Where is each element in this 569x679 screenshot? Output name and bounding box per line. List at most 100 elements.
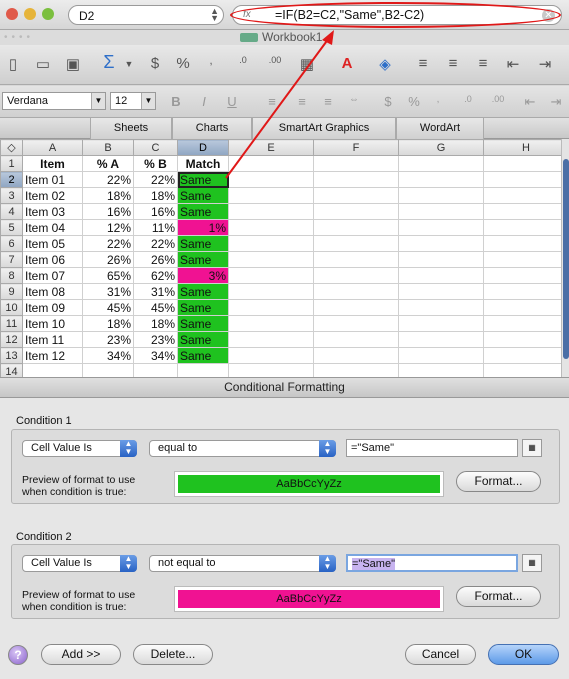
popup-arrows-icon[interactable]: ▲ ▼ xyxy=(319,440,336,457)
empty-cell[interactable] xyxy=(228,219,314,236)
empty-cell[interactable] xyxy=(228,315,314,332)
condition-1-format-button[interactable]: Format... xyxy=(456,471,541,492)
empty-cell[interactable] xyxy=(228,171,314,188)
close-window-icon[interactable] xyxy=(6,8,18,20)
cell-a[interactable]: Item xyxy=(22,155,83,172)
empty-cell[interactable] xyxy=(313,363,399,377)
vertical-scrollbar[interactable] xyxy=(561,139,569,377)
cell-b[interactable]: 18% xyxy=(82,315,134,332)
empty-cell[interactable] xyxy=(228,187,314,204)
cell-a[interactable] xyxy=(22,363,83,377)
condition-2-format-button[interactable]: Format... xyxy=(456,586,541,607)
empty-cell[interactable] xyxy=(228,251,314,268)
empty-cell[interactable] xyxy=(483,187,569,204)
help-button[interactable]: ? xyxy=(8,645,28,665)
cell-d[interactable] xyxy=(177,363,229,377)
add-condition-button[interactable]: Add >> xyxy=(41,644,121,665)
empty-cell[interactable] xyxy=(398,315,484,332)
save-icon[interactable]: ▣ xyxy=(62,55,84,73)
percent-icon[interactable]: % xyxy=(172,55,194,72)
select-all-corner[interactable]: ◇ xyxy=(0,139,23,156)
empty-cell[interactable] xyxy=(313,235,399,252)
cell-c[interactable]: 23% xyxy=(133,331,178,348)
empty-cell[interactable] xyxy=(313,219,399,236)
scroll-thumb[interactable] xyxy=(563,159,569,359)
bold-icon[interactable]: B xyxy=(166,94,186,109)
comma-style-icon[interactable]: , xyxy=(428,94,448,105)
range-picker-icon[interactable]: ▦ xyxy=(522,439,542,457)
cell-c[interactable]: 22% xyxy=(133,235,178,252)
cell-a[interactable]: Item 02 xyxy=(22,187,83,204)
comma-style-icon[interactable]: , xyxy=(200,55,222,67)
empty-cell[interactable] xyxy=(313,331,399,348)
cell-a[interactable]: Item 05 xyxy=(22,235,83,252)
cell-d[interactable]: Same xyxy=(177,235,229,252)
cell-d[interactable]: 1% xyxy=(177,219,229,236)
empty-cell[interactable] xyxy=(398,347,484,364)
zoom-window-icon[interactable] xyxy=(42,8,54,20)
empty-cell[interactable] xyxy=(313,267,399,284)
cell-a[interactable]: Item 04 xyxy=(22,219,83,236)
borders-icon[interactable]: ▦ xyxy=(296,55,318,73)
row-header[interactable]: 3 xyxy=(0,187,23,204)
align-center-icon[interactable]: ≡ xyxy=(442,55,464,72)
column-header[interactable]: B xyxy=(82,139,134,156)
cell-d[interactable]: Match xyxy=(177,155,229,172)
cell-c[interactable]: 34% xyxy=(133,347,178,364)
row-header[interactable]: 6 xyxy=(0,235,23,252)
cell-a[interactable]: Item 12 xyxy=(22,347,83,364)
cell-b[interactable]: % A xyxy=(82,155,134,172)
empty-cell[interactable] xyxy=(483,283,569,300)
cell-d[interactable]: Same xyxy=(177,187,229,204)
row-header[interactable]: 11 xyxy=(0,315,23,332)
condition-2-value-input[interactable]: ="Same" xyxy=(346,554,518,572)
empty-cell[interactable] xyxy=(483,219,569,236)
cell-b[interactable]: 16% xyxy=(82,203,134,220)
decrease-decimal-icon[interactable]: .00 xyxy=(488,94,508,104)
cell-a[interactable]: Item 08 xyxy=(22,283,83,300)
cell-a[interactable]: Item 06 xyxy=(22,251,83,268)
empty-cell[interactable] xyxy=(398,331,484,348)
align-left-icon[interactable]: ≡ xyxy=(412,55,434,72)
empty-cell[interactable] xyxy=(398,251,484,268)
cell-c[interactable]: 31% xyxy=(133,283,178,300)
popup-arrows-icon[interactable]: ▲ ▼ xyxy=(120,440,137,457)
cell-b[interactable]: 22% xyxy=(82,171,134,188)
empty-cell[interactable] xyxy=(398,267,484,284)
popup-arrows-icon[interactable]: ▲ ▼ xyxy=(120,555,137,572)
empty-cell[interactable] xyxy=(483,347,569,364)
empty-cell[interactable] xyxy=(483,171,569,188)
chevron-down-icon[interactable]: ▼ xyxy=(141,93,155,109)
tab-smartart-graphics[interactable]: SmartArt Graphics xyxy=(252,118,396,139)
decrease-decimal-icon[interactable]: .00 xyxy=(264,55,286,65)
empty-cell[interactable] xyxy=(313,299,399,316)
cell-c[interactable] xyxy=(133,363,178,377)
autosum-icon[interactable]: Σ xyxy=(98,52,120,73)
empty-cell[interactable] xyxy=(483,267,569,284)
merge-cells-icon[interactable]: ⇔ xyxy=(344,94,364,105)
range-picker-icon[interactable]: ▦ xyxy=(522,554,542,572)
cell-b[interactable] xyxy=(82,363,134,377)
delete-condition-button[interactable]: Delete... xyxy=(133,644,213,665)
empty-cell[interactable] xyxy=(398,155,484,172)
increase-decimal-icon[interactable]: .0 xyxy=(232,55,254,65)
cell-c[interactable]: 22% xyxy=(133,171,178,188)
cell-a[interactable]: Item 10 xyxy=(22,315,83,332)
empty-cell[interactable] xyxy=(228,347,314,364)
align-left-icon[interactable]: ≡ xyxy=(262,94,282,109)
condition-2-type-select[interactable]: Cell Value Is ▲ ▼ xyxy=(22,555,137,572)
empty-cell[interactable] xyxy=(398,171,484,188)
tab-wordart[interactable]: WordArt xyxy=(396,118,484,139)
empty-cell[interactable] xyxy=(313,347,399,364)
font-color-icon[interactable]: A xyxy=(336,55,358,72)
increase-indent-icon[interactable]: ⇥ xyxy=(546,94,566,110)
cell-grid[interactable]: ◇ A B C D E F G H 1 Item% A% B Match 2 Item … xyxy=(0,139,569,377)
empty-cell[interactable] xyxy=(483,155,569,172)
column-header[interactable]: C xyxy=(133,139,178,156)
increase-decimal-icon[interactable]: .0 xyxy=(458,94,478,104)
cell-d[interactable]: Same xyxy=(177,315,229,332)
empty-cell[interactable] xyxy=(228,203,314,220)
empty-cell[interactable] xyxy=(398,203,484,220)
empty-cell[interactable] xyxy=(483,363,569,377)
cell-c[interactable]: 62% xyxy=(133,267,178,284)
